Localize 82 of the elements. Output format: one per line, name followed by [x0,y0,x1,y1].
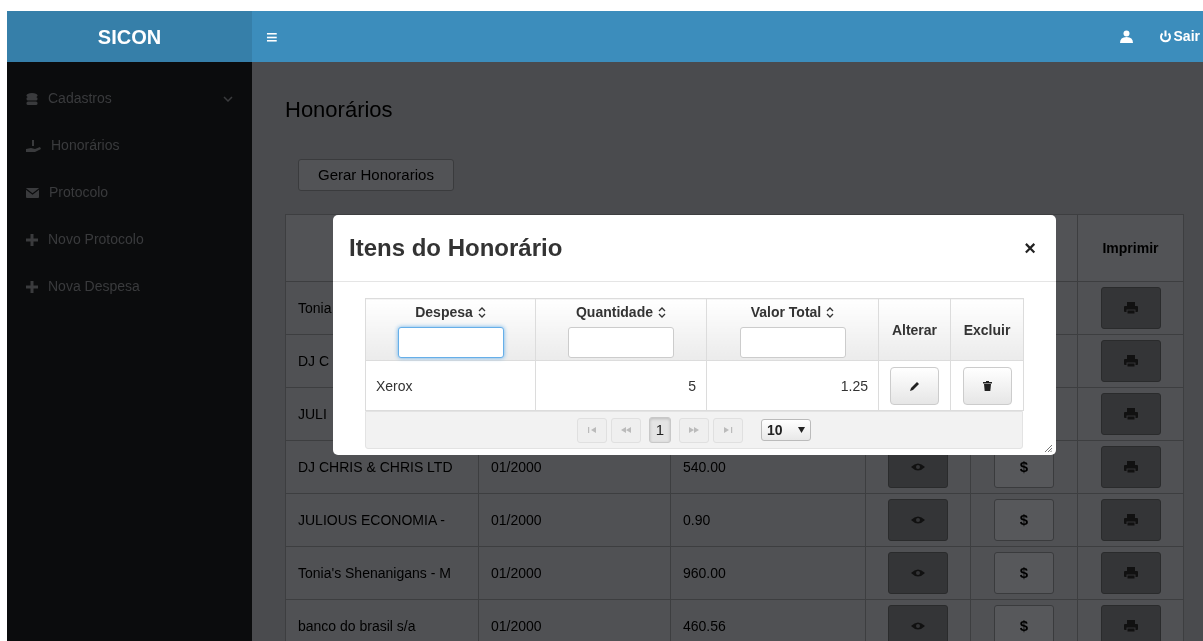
currency-button[interactable]: $ [994,605,1054,641]
logout-button[interactable]: Sair [1158,26,1200,47]
previous-page-icon [621,427,631,433]
column-header[interactable]: Despesa [415,301,473,323]
table-cell: DJ CHRIS & CHRIS LTD [298,459,453,475]
first-page-icon [587,427,597,433]
table-cell: Xerox [376,377,413,394]
next-page-button[interactable] [679,417,709,443]
eye-icon [911,621,925,631]
chevron-down-icon [223,95,233,102]
printer-icon [1123,408,1138,420]
table-cell: Tonia [298,300,332,316]
app-logo[interactable]: SICON [7,11,252,62]
print-button[interactable] [1100,446,1161,488]
table-cell: 01/2000 [491,618,542,634]
page-button[interactable]: 1 [649,417,671,443]
power-icon [1158,30,1172,43]
print-button[interactable] [1100,499,1161,541]
table-cell: banco do brasil s/a [298,618,416,634]
page-size-select[interactable]: 10 [761,419,811,441]
column-header: Alterar [891,321,938,338]
printer-icon [1123,461,1138,473]
menu-button[interactable]: ≡ [266,26,278,47]
sort-icon[interactable] [477,306,486,318]
column-header[interactable]: Valor Total [750,301,822,323]
trash-icon [982,380,992,391]
filter-field[interactable] [397,326,504,358]
delete-button[interactable] [962,366,1012,405]
print-button[interactable] [1100,552,1161,594]
eye-icon [911,462,925,472]
sort-icon[interactable] [826,306,835,318]
table-cell: 01/2000 [491,512,542,528]
plus-icon [26,233,38,246]
table-cell: 5 [688,377,696,394]
database-icon [26,92,38,105]
filter-field[interactable] [739,326,846,358]
table-cell: 01/2000 [491,459,542,475]
table-cell: 01/2000 [491,565,542,581]
currency-button[interactable]: $ [994,552,1054,594]
modal-title: Itens do Honorário [349,233,564,263]
table-cell: Tonia's Shenanigans - M [298,565,451,581]
table-cell: JULIOUS ECONOMIA - [298,512,446,528]
dropdown-arrow-icon [798,427,805,433]
column-header: Excluir [963,321,1011,338]
table-cell: DJ C [298,353,330,369]
user-icon[interactable] [1119,30,1133,43]
table-cell: 460.56 [683,618,726,634]
last-page-icon [723,427,733,433]
table-cell: 1.25 [840,377,868,394]
table-cell: 0.90 [683,512,711,528]
close-button[interactable]: × [1024,238,1036,258]
previous-page-button[interactable] [611,417,641,443]
last-page-button[interactable] [713,417,743,443]
table-cell: JULI [298,406,327,422]
table-cell: 540.00 [683,459,726,475]
next-page-icon [689,427,699,433]
print-button[interactable] [1100,340,1161,382]
eye-icon [911,568,925,578]
column-header: Imprimir [1077,214,1184,282]
sort-icon[interactable] [658,306,666,318]
filter-field[interactable] [568,326,674,358]
printer-icon [1123,514,1138,526]
pencil-icon [909,380,920,391]
first-page-button[interactable] [577,417,607,443]
printer-icon [1123,620,1138,632]
print-button[interactable] [1100,605,1161,641]
plus-icon [26,280,38,293]
envelope-icon [26,186,39,199]
generate-button[interactable]: Gerar Honorarios [298,159,454,191]
print-button[interactable] [1100,393,1161,435]
printer-icon [1123,355,1138,367]
resize-handle-icon[interactable] [1045,445,1052,452]
table-cell: 960.00 [683,565,726,581]
eye-icon [911,515,925,525]
hand-coin-icon [26,139,41,152]
edit-button[interactable] [890,366,939,405]
currency-button[interactable]: $ [994,499,1054,541]
page-title: Honorários [285,97,394,123]
print-button[interactable] [1100,287,1161,329]
column-header[interactable]: Quantidade [576,301,653,323]
printer-icon [1123,567,1138,579]
printer-icon [1123,302,1138,314]
